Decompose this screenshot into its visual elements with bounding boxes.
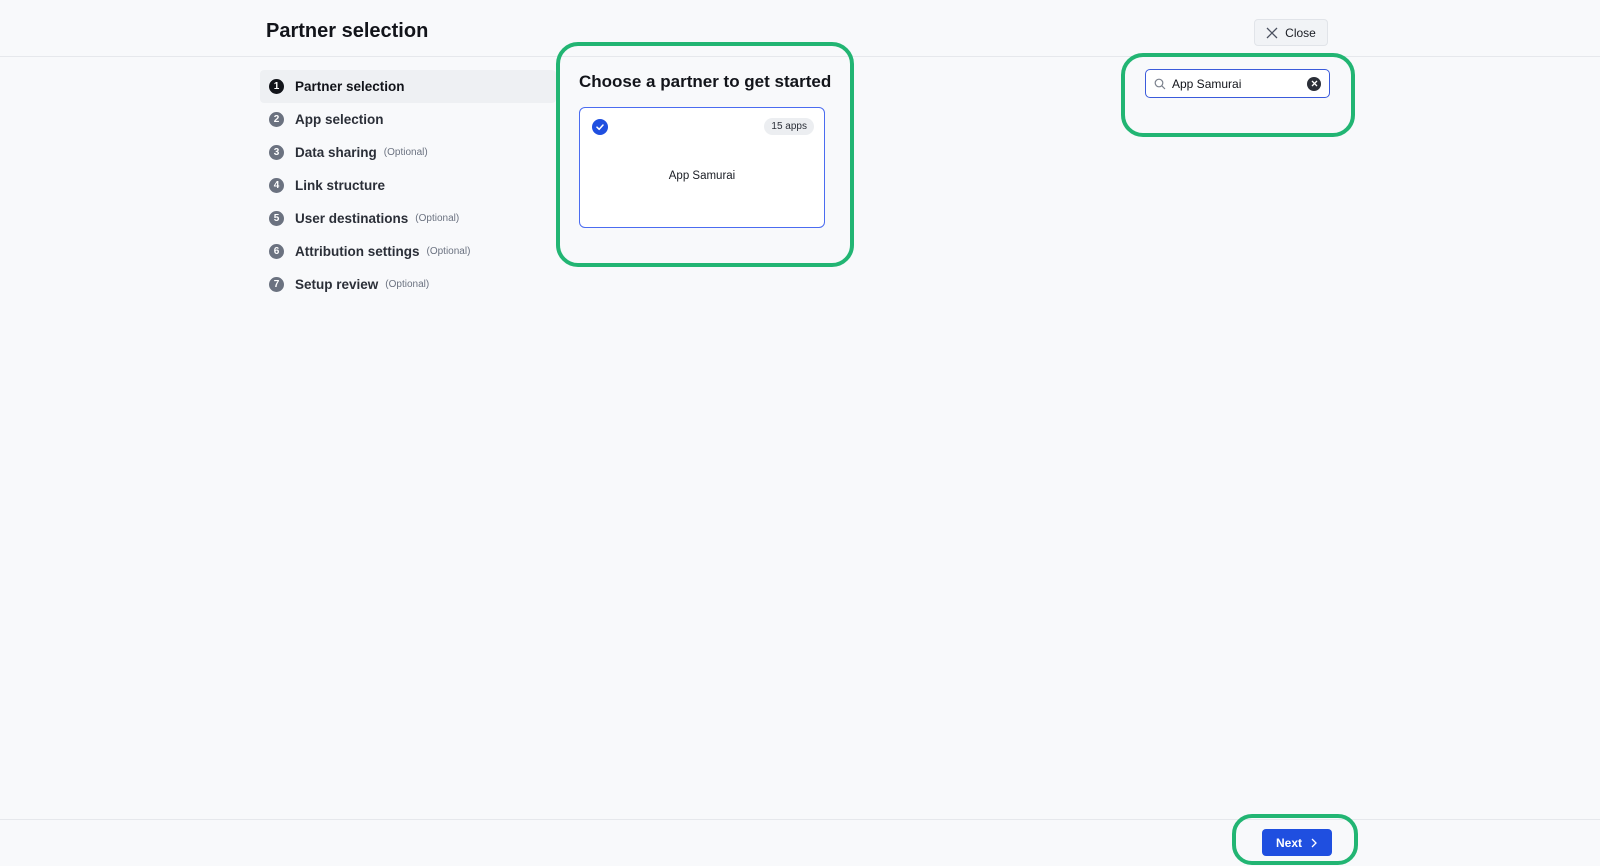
step-number: 5	[269, 211, 284, 226]
chevron-right-icon	[1311, 838, 1317, 847]
search-input[interactable]	[1172, 76, 1302, 91]
next-button-label: Next	[1275, 835, 1302, 850]
check-icon	[592, 119, 608, 135]
page-title: Partner selection	[266, 20, 429, 42]
step-optional-tag: (Optional)	[385, 279, 430, 290]
step-label: App selection	[295, 112, 384, 127]
partner-selection-page: Partner selection Close 1 Partner select…	[0, 0, 1600, 866]
step-number: 3	[269, 145, 284, 160]
step-optional-tag: (Optional)	[383, 147, 428, 158]
step-link-structure[interactable]: 4 Link structure	[260, 169, 556, 202]
step-partner-selection[interactable]: 1 Partner selection	[260, 70, 556, 103]
step-label: Attribution settings	[295, 244, 420, 259]
header: Partner selection Close	[0, 0, 1600, 57]
clear-search-icon[interactable]	[1307, 76, 1321, 91]
step-label: Setup review	[295, 277, 379, 292]
choose-partner-heading: Choose a partner to get started	[579, 72, 832, 91]
step-label: User destinations	[295, 211, 409, 226]
step-optional-tag: (Optional)	[426, 246, 471, 257]
step-attribution-settings[interactable]: 6 Attribution settings (Optional)	[260, 235, 556, 268]
step-label: Data sharing	[295, 145, 377, 160]
step-number: 7	[269, 277, 284, 292]
step-number: 2	[269, 112, 284, 127]
close-button[interactable]: Close	[1254, 19, 1328, 46]
step-number: 6	[269, 244, 284, 259]
step-number: 4	[269, 178, 284, 193]
step-label: Partner selection	[295, 79, 405, 94]
step-number: 1	[269, 79, 284, 94]
partner-name: App Samurai	[668, 170, 736, 182]
close-button-label: Close	[1285, 25, 1316, 40]
close-icon	[1266, 27, 1278, 38]
step-label: Link structure	[295, 178, 386, 193]
step-data-sharing[interactable]: 3 Data sharing (Optional)	[260, 136, 556, 169]
partner-card[interactable]: 15 apps App Samurai	[579, 107, 825, 228]
steps-nav: 1 Partner selection 2 App selection 3 Da…	[260, 70, 556, 301]
apps-count-badge: 15 apps	[764, 118, 814, 135]
step-optional-tag: (Optional)	[415, 213, 460, 224]
footer	[0, 819, 1600, 866]
search-icon	[1154, 78, 1166, 89]
search-box[interactable]	[1145, 69, 1330, 98]
step-app-selection[interactable]: 2 App selection	[260, 103, 556, 136]
next-button[interactable]: Next	[1262, 829, 1332, 856]
step-setup-review[interactable]: 7 Setup review (Optional)	[260, 268, 556, 301]
step-user-destinations[interactable]: 5 User destinations (Optional)	[260, 202, 556, 235]
